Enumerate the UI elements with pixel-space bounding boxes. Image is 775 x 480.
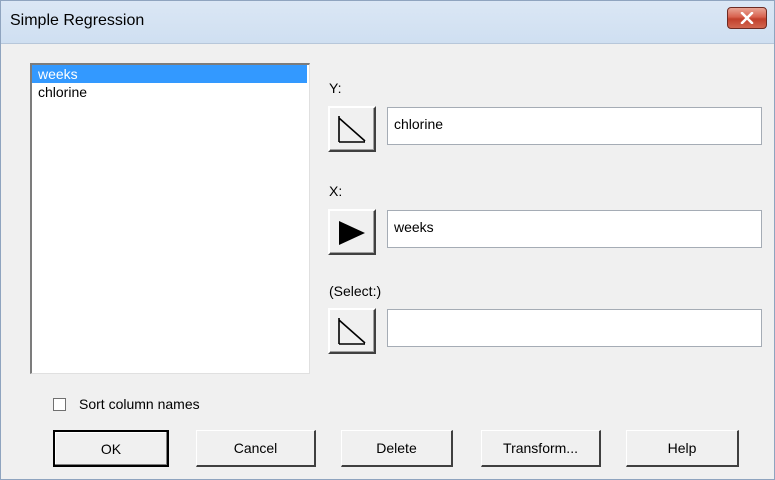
- x-arrow-button[interactable]: [328, 209, 376, 255]
- ok-button[interactable]: OK: [53, 430, 169, 467]
- y-field[interactable]: chlorine: [387, 107, 762, 145]
- outline-arrow-icon: [338, 116, 366, 143]
- variable-item-weeks[interactable]: weeks: [32, 65, 307, 83]
- window-title: Simple Regression: [10, 12, 145, 29]
- filled-arrow-icon: [339, 221, 365, 245]
- title-bar[interactable]: Simple Regression: [1, 1, 774, 44]
- select-field[interactable]: [387, 309, 762, 347]
- select-arrow-button[interactable]: [328, 308, 376, 354]
- transform-button[interactable]: Transform...: [481, 430, 601, 467]
- outline-arrow-icon: [338, 318, 366, 345]
- sort-column-names-label[interactable]: Sort column names: [79, 396, 200, 412]
- close-button[interactable]: [727, 7, 767, 29]
- cancel-button[interactable]: Cancel: [196, 430, 316, 467]
- x-label: X:: [329, 183, 343, 199]
- variable-item-chlorine[interactable]: chlorine: [32, 83, 309, 101]
- x-field[interactable]: weeks: [387, 210, 762, 248]
- help-button[interactable]: Help: [626, 430, 739, 467]
- y-arrow-button[interactable]: [328, 106, 376, 152]
- delete-button[interactable]: Delete: [341, 430, 453, 467]
- sort-column-names-checkbox[interactable]: [53, 398, 66, 411]
- simple-regression-dialog: Simple Regression weeks chlorine Y: chlo…: [0, 0, 775, 480]
- select-label: (Select:): [329, 283, 382, 299]
- y-label: Y:: [329, 80, 342, 96]
- close-icon: [740, 12, 754, 24]
- variable-listbox[interactable]: weeks chlorine: [30, 63, 310, 374]
